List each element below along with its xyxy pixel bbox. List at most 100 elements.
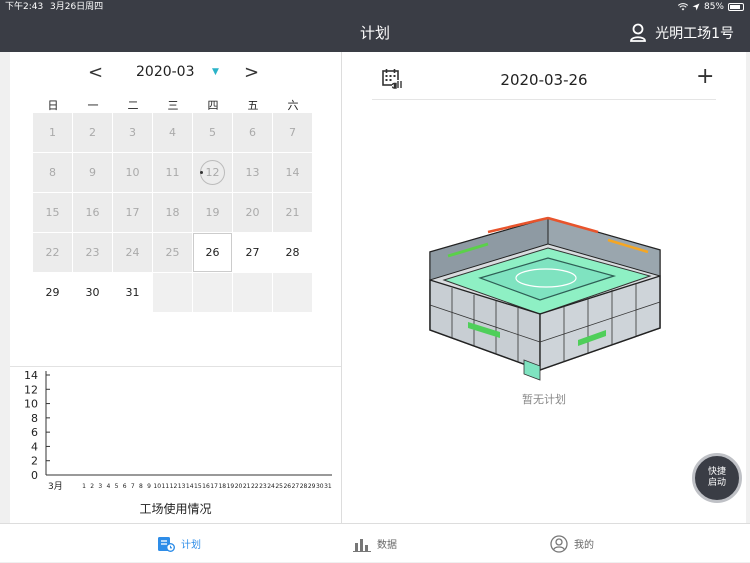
calendar-day-number: 9 bbox=[89, 166, 96, 179]
calendar-day[interactable]: 5 bbox=[193, 113, 232, 152]
user-location-icon bbox=[630, 23, 646, 42]
calendar-day-number: 4 bbox=[169, 126, 176, 139]
prev-month-button[interactable]: < bbox=[88, 62, 103, 83]
calendar-day-number: 1 bbox=[49, 126, 56, 139]
x-tick-label: 2 bbox=[90, 483, 94, 490]
tab-plan[interactable]: 计划 bbox=[157, 524, 201, 563]
calendar-day[interactable]: 13 bbox=[233, 153, 272, 192]
weekday-label: 日 bbox=[47, 99, 59, 112]
calendar-day-number: 24 bbox=[125, 246, 140, 259]
quick-start-line2: 启动 bbox=[707, 478, 726, 488]
factory-selector[interactable]: 光明工场1号 bbox=[629, 14, 734, 52]
month-navigation: < 2020-03 ▼ > bbox=[10, 62, 341, 84]
calendar-day-number: 7 bbox=[289, 126, 296, 139]
x-tick-label: 3 bbox=[98, 483, 102, 490]
calendar-day[interactable]: 14 bbox=[273, 153, 312, 192]
calendar-panel: < 2020-03 ▼ > 日 一 二 三 四 五 六 1 2 3 4 5 6 7 8 9 10 1… bbox=[10, 52, 341, 523]
x-tick-label: 27 bbox=[292, 483, 300, 490]
calendar-day[interactable]: 7 bbox=[273, 113, 312, 152]
x-tick-label: 25 bbox=[275, 483, 283, 490]
calendar-day-today[interactable]: 26 bbox=[193, 233, 232, 272]
x-tick-label: 20 bbox=[235, 483, 243, 490]
month-label[interactable]: 2020-03 bbox=[136, 64, 195, 80]
x-tick-label: 16 bbox=[202, 483, 210, 490]
calendar-empty-cell bbox=[233, 273, 272, 312]
calendar-day[interactable]: 12 bbox=[193, 153, 232, 192]
calendar-day[interactable]: 23 bbox=[73, 233, 112, 272]
empty-plan-text: 暂无计划 bbox=[522, 393, 566, 406]
plan-icon bbox=[158, 536, 175, 552]
x-tick-label: 10 bbox=[153, 483, 161, 490]
battery-percent: 85% bbox=[703, 2, 724, 12]
x-tick-label: 29 bbox=[308, 483, 316, 490]
title-bar: 计划 光明工场1号 bbox=[0, 14, 750, 52]
calendar-day[interactable]: 16 bbox=[73, 193, 112, 232]
calendar-empty-cell bbox=[273, 273, 312, 312]
battery-icon bbox=[728, 3, 744, 11]
calendar-day[interactable]: 31 bbox=[113, 273, 152, 312]
calendar-day-number: 17 bbox=[125, 206, 140, 219]
calendar-day[interactable]: 10 bbox=[113, 153, 152, 192]
tab-plan-label: 计划 bbox=[181, 540, 201, 551]
calendar-day[interactable]: 4 bbox=[153, 113, 192, 152]
calendar-day-number: 29 bbox=[45, 286, 60, 299]
calendar-day[interactable]: 11 bbox=[153, 153, 192, 192]
month-dropdown-icon[interactable]: ▼ bbox=[212, 67, 219, 77]
x-tick-label: 19 bbox=[227, 483, 235, 490]
x-tick-label: 17 bbox=[210, 483, 218, 490]
calendar-day[interactable]: 18 bbox=[153, 193, 192, 232]
calendar-day[interactable]: 8 bbox=[33, 153, 72, 192]
calendar-day[interactable]: 25 bbox=[153, 233, 192, 272]
x-tick-label: 9 bbox=[147, 483, 151, 490]
y-tick-label: 2 bbox=[31, 455, 38, 468]
calendar-day-number: 25 bbox=[165, 246, 180, 259]
weekday-label: 一 bbox=[87, 99, 99, 112]
calendar-day-number: 13 bbox=[245, 166, 260, 179]
x-tick-label: 22 bbox=[251, 483, 259, 490]
calendar-day[interactable]: 15 bbox=[33, 193, 72, 232]
calendar-day[interactable]: 21 bbox=[273, 193, 312, 232]
calendar-day[interactable]: 9 bbox=[73, 153, 112, 192]
calendar-day[interactable]: 2 bbox=[73, 113, 112, 152]
calendar-day[interactable]: 30 bbox=[73, 273, 112, 312]
calendar-day[interactable]: 20 bbox=[233, 193, 272, 232]
calendar-day[interactable]: 3 bbox=[113, 113, 152, 152]
calendar-day[interactable]: 29 bbox=[33, 273, 72, 312]
tab-mine[interactable]: 我的 bbox=[550, 524, 594, 563]
y-tick-label: 4 bbox=[31, 440, 38, 453]
calendar-day[interactable]: 19 bbox=[193, 193, 232, 232]
x-tick-label: 23 bbox=[259, 483, 267, 490]
x-tick-label: 28 bbox=[300, 483, 308, 490]
weekday-label: 三 bbox=[167, 99, 179, 112]
calendar-day[interactable]: 28 bbox=[273, 233, 312, 272]
calendar-day[interactable]: 6 bbox=[233, 113, 272, 152]
calendar-day-number: 15 bbox=[45, 206, 60, 219]
calendar-day[interactable]: 24 bbox=[113, 233, 152, 272]
calendar-day[interactable]: 17 bbox=[113, 193, 152, 232]
tab-data[interactable]: 数据 bbox=[353, 524, 397, 563]
wifi-icon bbox=[677, 3, 688, 11]
calendar-day-number: 31 bbox=[125, 286, 140, 299]
add-plan-button[interactable]: + bbox=[696, 64, 714, 89]
x-tick-label: 18 bbox=[218, 483, 226, 490]
next-month-button[interactable]: > bbox=[244, 62, 259, 83]
x-tick-label: 13 bbox=[178, 483, 186, 490]
y-tick-label: 10 bbox=[24, 398, 38, 411]
chart-title: 工场使用情况 bbox=[139, 502, 212, 516]
x-tick-label: 26 bbox=[283, 483, 291, 490]
calendar-day[interactable]: 27 bbox=[233, 233, 272, 272]
calendar-day-number: 18 bbox=[165, 206, 180, 219]
calendar-day[interactable]: 1 bbox=[33, 113, 72, 152]
quick-start-button[interactable]: 快捷 启动 bbox=[692, 453, 742, 503]
y-tick-label: 12 bbox=[24, 383, 38, 396]
x-tick-label: 8 bbox=[139, 483, 143, 490]
x-tick-label: 31 bbox=[324, 483, 332, 490]
calendar-day[interactable]: 22 bbox=[33, 233, 72, 272]
weekday-label: 四 bbox=[207, 99, 219, 112]
calendar-day-number: 26 bbox=[205, 246, 220, 259]
x-tick-label: 6 bbox=[123, 483, 127, 490]
status-time: 下午2:43 bbox=[5, 2, 44, 12]
user-icon bbox=[550, 534, 568, 553]
y-tick-label: 0 bbox=[31, 469, 38, 482]
tab-mine-label: 我的 bbox=[574, 540, 594, 551]
